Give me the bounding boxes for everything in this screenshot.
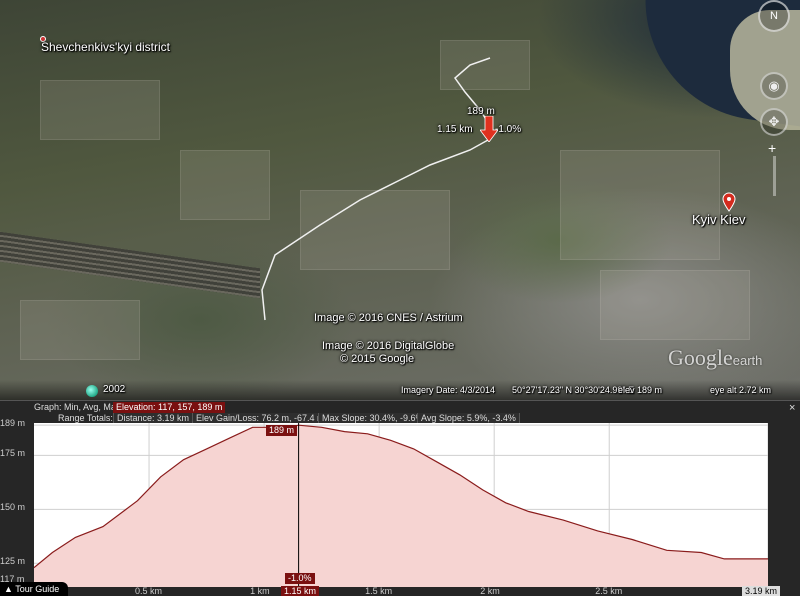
- route-distance-marker: 1.15 km: [437, 124, 473, 135]
- map-view[interactable]: Shevchenkivs'kyi district Kyiv Kiev 189 …: [0, 0, 800, 400]
- logo-sub: earth: [732, 353, 763, 368]
- elevation-readout: elev 189 m: [618, 385, 663, 395]
- zoom-slider[interactable]: [773, 156, 776, 196]
- x-tick-label: 1.5 km: [365, 586, 393, 596]
- district-label[interactable]: Shevchenkivs'kyi district: [41, 40, 170, 54]
- look-control-icon[interactable]: ◉: [760, 72, 788, 100]
- logo-main: Google: [668, 345, 733, 370]
- imagery-date: Imagery Date: 4/3/2014: [401, 385, 496, 395]
- historical-imagery-icon[interactable]: [86, 385, 98, 397]
- graph-label: Graph: Min, Avg, Max: [34, 402, 121, 412]
- elevation-chart-svg[interactable]: [34, 423, 768, 587]
- y-tick-label: 125 m: [0, 556, 26, 567]
- x-tick-label: 0.5 km: [135, 586, 163, 596]
- elevation-profile-panel: Graph: Min, Avg, Max Elevation: 117, 157…: [0, 400, 800, 596]
- coordinates-readout: 50°27'17.23" N 30°30'24.99" E: [512, 385, 635, 395]
- x-tick-label: 2.5 km: [595, 586, 623, 596]
- compass-icon[interactable]: N: [758, 0, 790, 32]
- tour-guide-label: Tour Guide: [15, 584, 60, 594]
- copyright-google: © 2015 Google: [340, 353, 415, 365]
- position-arrow-icon: [480, 116, 498, 142]
- cursor-slope-label: -1.0%: [285, 573, 315, 584]
- city-label[interactable]: Kyiv Kiev: [692, 212, 745, 227]
- elevation-chart[interactable]: [34, 423, 768, 587]
- historical-imagery-year[interactable]: 2002: [103, 384, 125, 395]
- route-slope-marker: -1.0%: [495, 124, 522, 135]
- elevation-area: [34, 425, 768, 587]
- copyright-digitalglobe: Image © 2016 DigitalGlobe: [322, 340, 455, 352]
- x-tick-label: 1 km: [250, 586, 270, 596]
- x-tick-label: 2 km: [480, 586, 500, 596]
- eye-altitude-readout: eye alt 2.72 km: [710, 385, 772, 395]
- close-icon[interactable]: ×: [789, 402, 795, 414]
- zoom-in-icon[interactable]: +: [768, 140, 776, 156]
- copyright-cnes: Image © 2016 CNES / Astrium: [314, 312, 463, 324]
- x-end-label: 3.19 km: [742, 586, 781, 596]
- move-control-icon[interactable]: ✥: [760, 108, 788, 136]
- cursor-elevation-label: 189 m: [266, 425, 298, 436]
- y-tick-label: 175 m: [0, 448, 26, 459]
- range-totals-label: Range Totals:: [58, 413, 113, 423]
- google-earth-logo: Googleearth: [668, 345, 762, 371]
- location-pin-icon[interactable]: [722, 192, 736, 212]
- cursor-distance-label: 1.15 km: [281, 586, 320, 596]
- elevation-stats-chip[interactable]: Elevation: 117, 157, 189 m: [113, 402, 226, 413]
- tour-guide-tab[interactable]: ▲ Tour Guide: [0, 582, 68, 596]
- y-tick-label: 189 m: [0, 418, 26, 429]
- y-tick-label: 150 m: [0, 502, 26, 513]
